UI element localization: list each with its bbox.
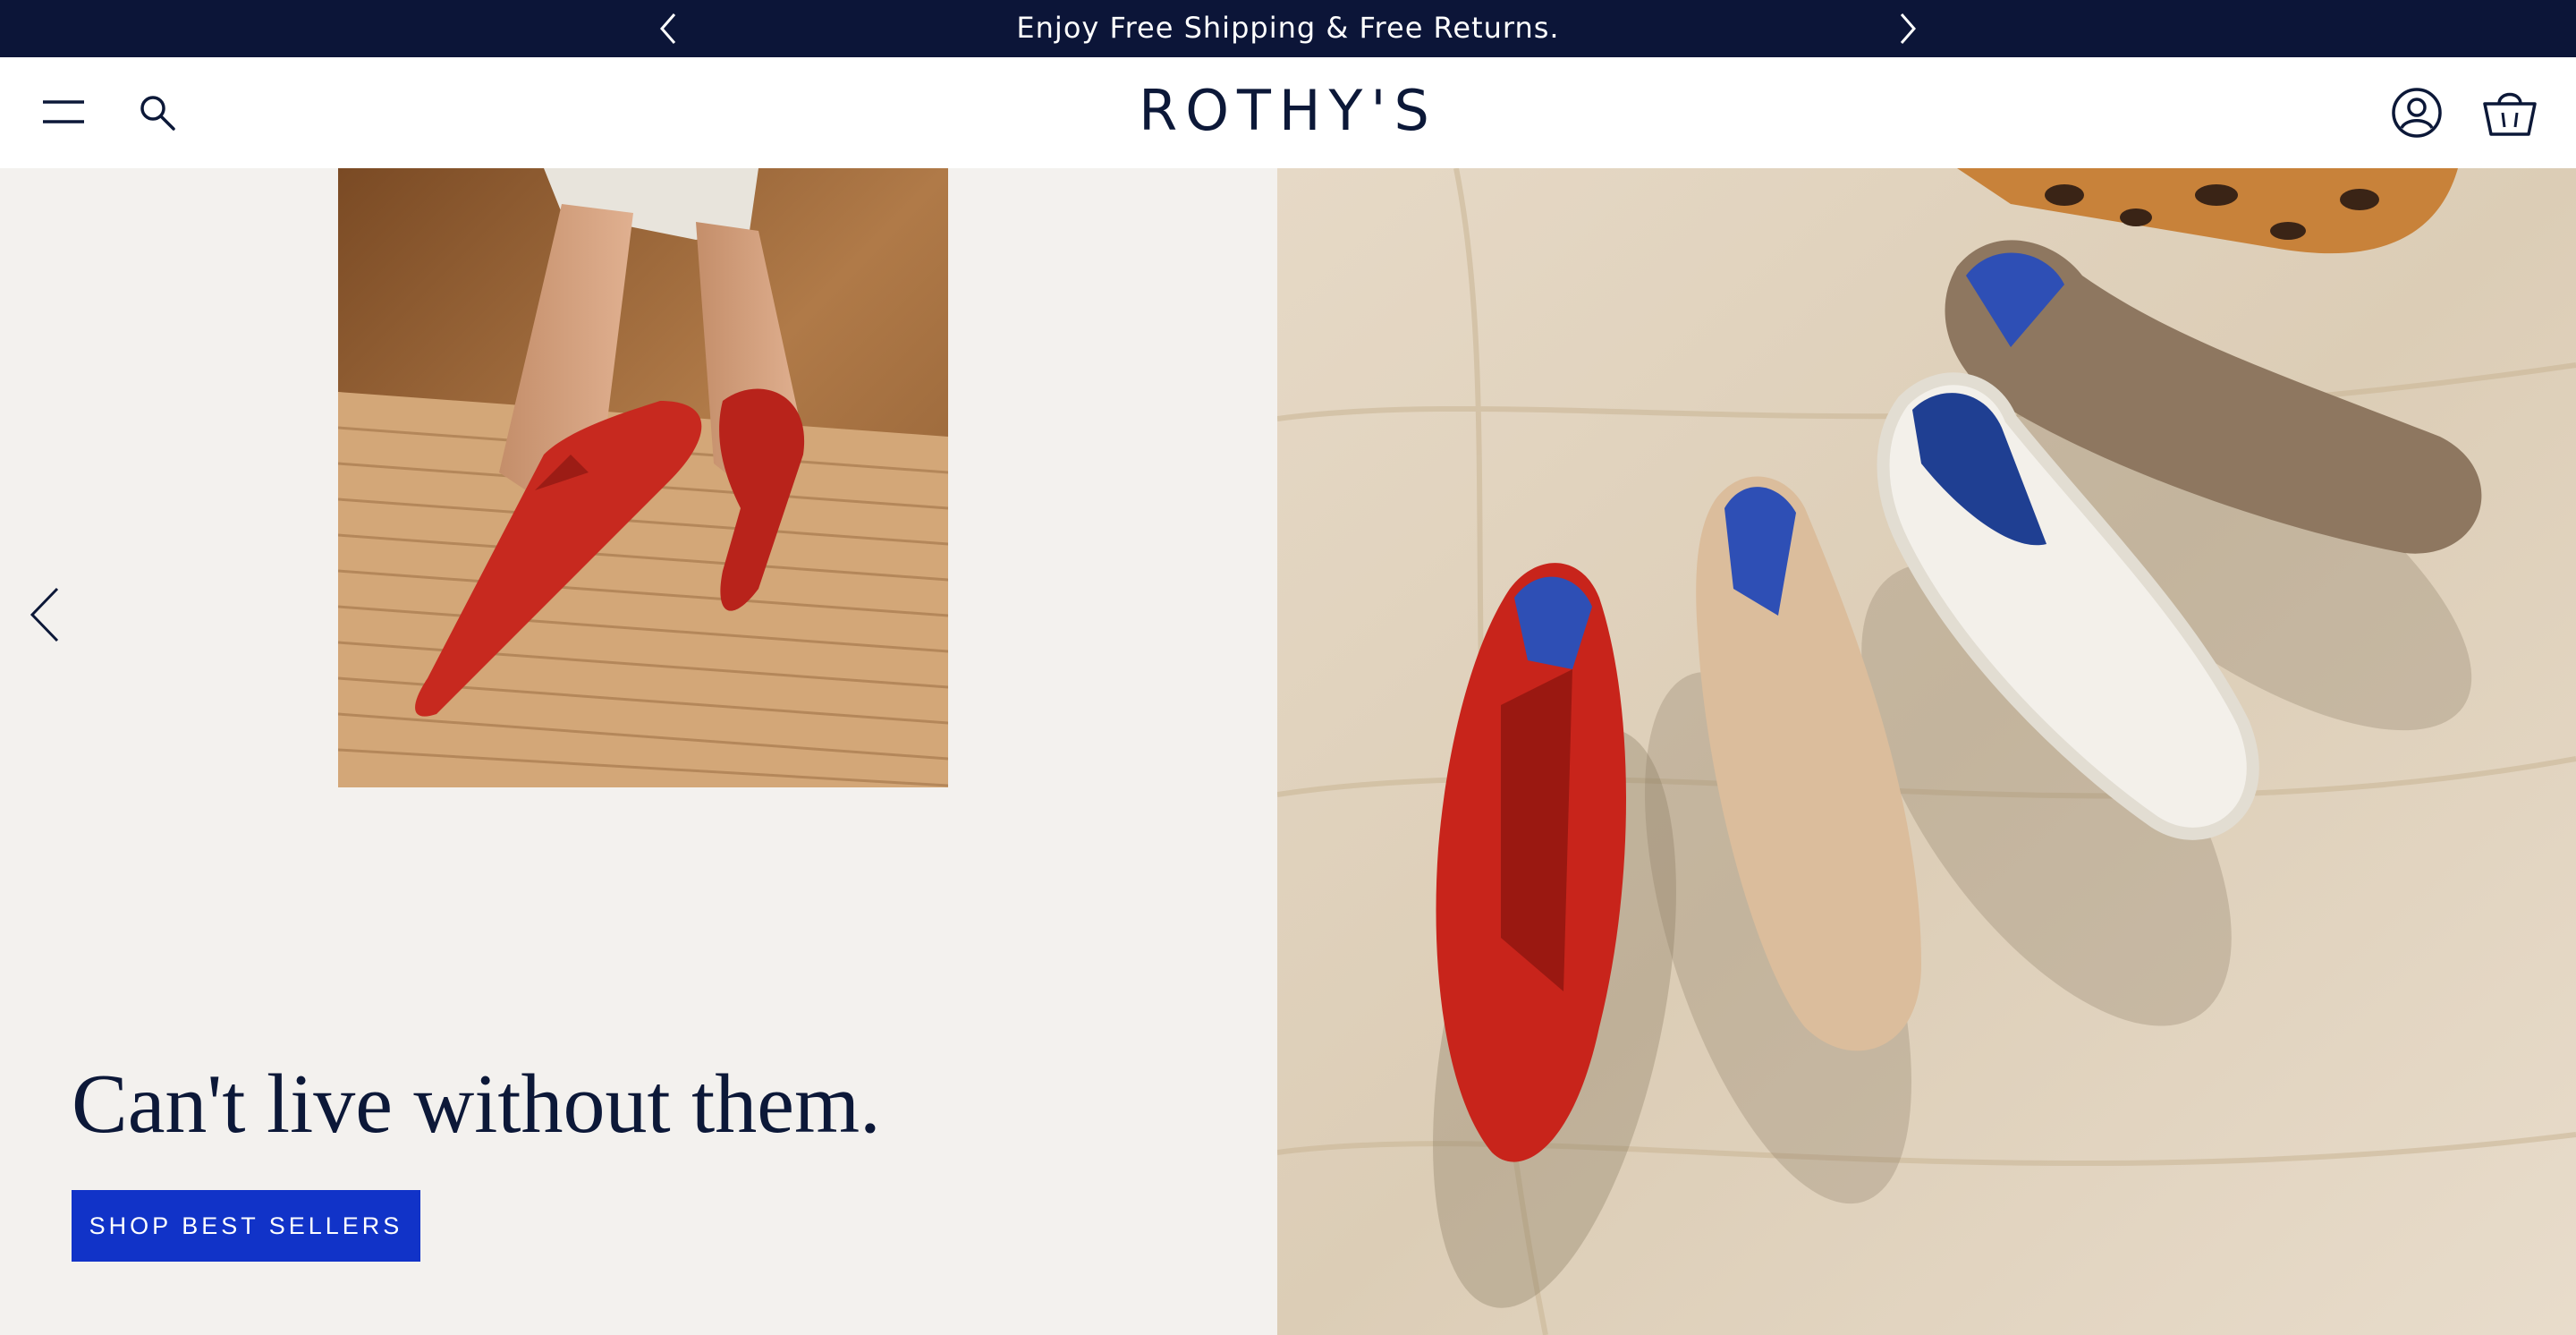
cart-button[interactable]: [2481, 82, 2538, 140]
hamburger-menu-icon: [43, 100, 84, 123]
chevron-left-icon: [30, 587, 59, 642]
menu-button[interactable]: [41, 95, 88, 131]
chevron-right-icon: [1900, 13, 1916, 44]
account-icon: [2392, 88, 2442, 138]
hero-headline: Can't live without them.: [72, 1058, 881, 1151]
hero-photo-red-flats: [338, 168, 948, 787]
hero-photo-assorted-shoes: [1277, 168, 2576, 1335]
site-header: ROTHY'S: [0, 57, 2576, 168]
shopping-bag-icon: [2483, 92, 2537, 136]
carousel-prev-button[interactable]: [25, 585, 66, 644]
announcement-bar: Enjoy Free Shipping & Free Returns.: [0, 0, 2576, 57]
search-icon: [140, 96, 175, 131]
search-button[interactable]: [136, 91, 179, 134]
brand-logo[interactable]: ROTHY'S: [1109, 79, 1467, 143]
hero-text-panel: Can't live without them. SHOP BEST SELLE…: [0, 168, 1277, 1335]
account-button[interactable]: [2390, 86, 2444, 140]
shop-best-sellers-button[interactable]: SHOP BEST SELLERS: [72, 1190, 420, 1262]
announcement-next-button[interactable]: [1887, 9, 1927, 48]
announcement-text: Enjoy Free Shipping & Free Returns.: [1016, 11, 1560, 45]
